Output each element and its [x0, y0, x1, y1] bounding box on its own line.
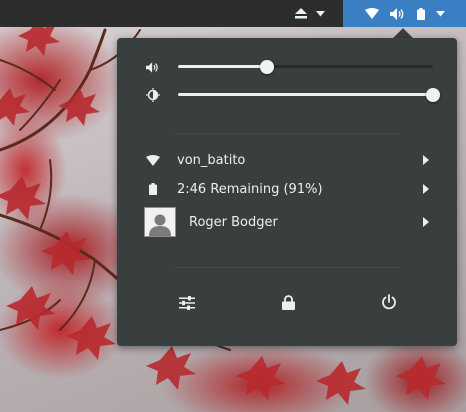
chevron-down-icon [435, 10, 445, 17]
chevron-right-icon [422, 154, 430, 166]
network-label: von_batito [177, 152, 246, 168]
chevron-down-icon [316, 10, 325, 17]
volume-icon [145, 60, 161, 74]
system-menu: von_batito 2:46 Remaining (91%) Roger Bo… [117, 38, 457, 346]
lock-button[interactable] [270, 288, 306, 320]
wifi-icon [364, 8, 379, 19]
removable-devices-button[interactable] [288, 0, 332, 27]
volume-slider-handle[interactable] [260, 60, 275, 74]
avatar [144, 207, 176, 237]
wifi-icon [145, 152, 161, 168]
volume-row [117, 57, 457, 77]
separator [174, 267, 400, 268]
separator [174, 133, 400, 134]
volume-slider-fill [178, 65, 268, 68]
settings-icon [179, 295, 195, 314]
power-button[interactable] [371, 288, 407, 320]
brightness-slider[interactable] [178, 88, 440, 102]
menu-item-battery[interactable]: 2:46 Remaining (91%) [117, 175, 457, 203]
system-status-button[interactable] [343, 0, 466, 27]
brightness-slider-handle[interactable] [426, 88, 440, 102]
chevron-right-icon [422, 216, 430, 228]
battery-icon [416, 7, 425, 20]
brightness-icon [145, 88, 161, 102]
battery-icon [145, 181, 161, 197]
brightness-row [117, 85, 457, 105]
chevron-right-icon [422, 183, 430, 195]
menu-item-user[interactable]: Roger Bodger [117, 204, 457, 240]
volume-slider[interactable] [178, 60, 433, 74]
top-bar [0, 0, 466, 27]
settings-button[interactable] [169, 288, 205, 320]
menu-item-network[interactable]: von_batito [117, 146, 457, 174]
lock-icon [281, 294, 295, 314]
battery-label: 2:46 Remaining (91%) [177, 181, 323, 197]
volume-icon [389, 7, 406, 20]
eject-icon [295, 8, 307, 19]
power-icon [381, 294, 397, 314]
user-name-label: Roger Bodger [189, 214, 278, 230]
brightness-slider-fill [178, 93, 433, 96]
